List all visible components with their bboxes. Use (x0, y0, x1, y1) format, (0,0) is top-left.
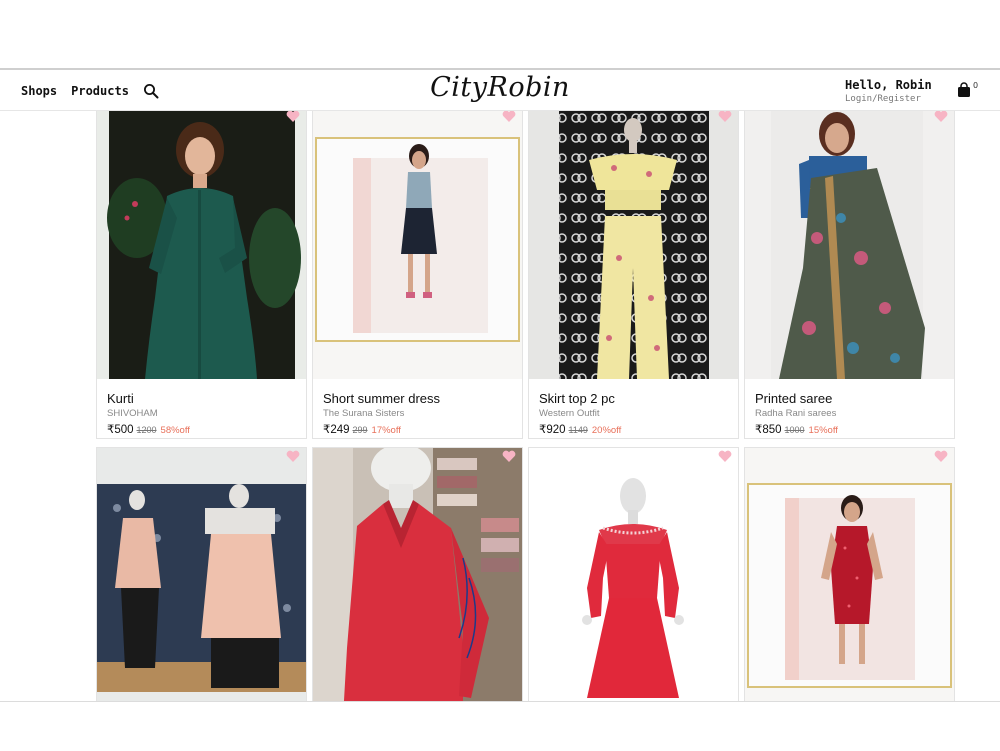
product-price: ₹249 299 17%off (323, 422, 518, 436)
current-price: ₹500 (107, 424, 134, 436)
product-image[interactable] (97, 111, 306, 379)
product-image[interactable] (313, 111, 522, 379)
discount-label: 15%off (808, 425, 838, 436)
product-image[interactable] (529, 111, 738, 379)
product-brand: Radha Rani sarees (755, 408, 837, 419)
cart-count: 0 (973, 81, 979, 90)
product-info: Kurti SHIVOHAM ₹500 1200 58%off (107, 391, 302, 436)
discount-label: 58%off (160, 425, 190, 436)
user-area: Hello, Robin Login/Register (845, 78, 932, 104)
product-image[interactable] (745, 111, 954, 379)
product-brand: SHIVOHAM (107, 408, 158, 419)
product-card[interactable] (96, 447, 307, 701)
product-card[interactable]: Skirt top 2 pc Western Outfit ₹920 1149 20… (528, 111, 739, 439)
product-name[interactable]: Short summer dress (323, 391, 518, 406)
product-name[interactable]: Skirt top 2 pc (539, 391, 734, 406)
shopping-bag-icon[interactable] (957, 82, 971, 98)
product-card[interactable]: Kurti SHIVOHAM ₹500 1200 58%off (96, 111, 307, 439)
product-price: ₹500 1200 58%off (107, 422, 302, 436)
product-info: Printed saree Radha Rani sarees ₹850 1000… (755, 391, 950, 436)
wishlist-heart-icon[interactable] (718, 450, 732, 462)
wishlist-heart-icon[interactable] (934, 450, 948, 462)
wishlist-heart-icon[interactable] (502, 111, 516, 122)
wishlist-heart-icon[interactable] (718, 111, 732, 122)
product-card[interactable] (312, 447, 523, 701)
discount-label: 20%off (591, 425, 622, 436)
product-name[interactable]: Kurti (107, 391, 302, 406)
product-card[interactable] (528, 447, 739, 701)
current-price: ₹850 (755, 424, 782, 436)
product-info: Short summer dress The Surana Sisters ₹2… (323, 391, 518, 436)
product-price: ₹920 1149 20%off (539, 422, 734, 436)
site-header: Shops Products CityRobin Hello, Robin Lo… (0, 68, 1000, 111)
wishlist-heart-icon[interactable] (286, 450, 300, 462)
original-price: 1149 (568, 425, 588, 435)
current-price: ₹249 (323, 424, 350, 436)
user-greeting: Hello, Robin (845, 78, 932, 92)
product-grid: Kurti SHIVOHAM ₹500 1200 58%off Short su… (96, 111, 956, 701)
original-price: 1000 (784, 425, 805, 435)
wishlist-heart-icon[interactable] (502, 450, 516, 462)
product-name[interactable]: Printed saree (755, 391, 950, 406)
top-blank-area (0, 0, 1000, 68)
discount-label: 17%off (371, 425, 401, 436)
original-price: 1200 (136, 425, 157, 435)
product-image[interactable] (313, 448, 522, 701)
product-brand: The Surana Sisters (323, 408, 405, 419)
product-image[interactable] (745, 448, 954, 701)
product-card[interactable]: Short summer dress The Surana Sisters ₹2… (312, 111, 523, 439)
wishlist-heart-icon[interactable] (934, 111, 948, 122)
bottom-bar (0, 701, 1000, 751)
product-info: Skirt top 2 pc Western Outfit ₹920 1149 20… (539, 391, 734, 436)
current-price: ₹920 (539, 424, 566, 436)
product-card[interactable]: Printed saree Radha Rani sarees ₹850 1000… (744, 111, 955, 439)
product-card[interactable] (744, 447, 955, 701)
login-register-link[interactable]: Login/Register (845, 94, 932, 104)
product-image[interactable] (97, 448, 306, 701)
original-price: 299 (352, 425, 368, 435)
product-brand: Western Outfit (539, 408, 600, 419)
product-image[interactable] (529, 448, 738, 701)
product-price: ₹850 1000 15%off (755, 422, 950, 436)
wishlist-heart-icon[interactable] (286, 111, 300, 122)
